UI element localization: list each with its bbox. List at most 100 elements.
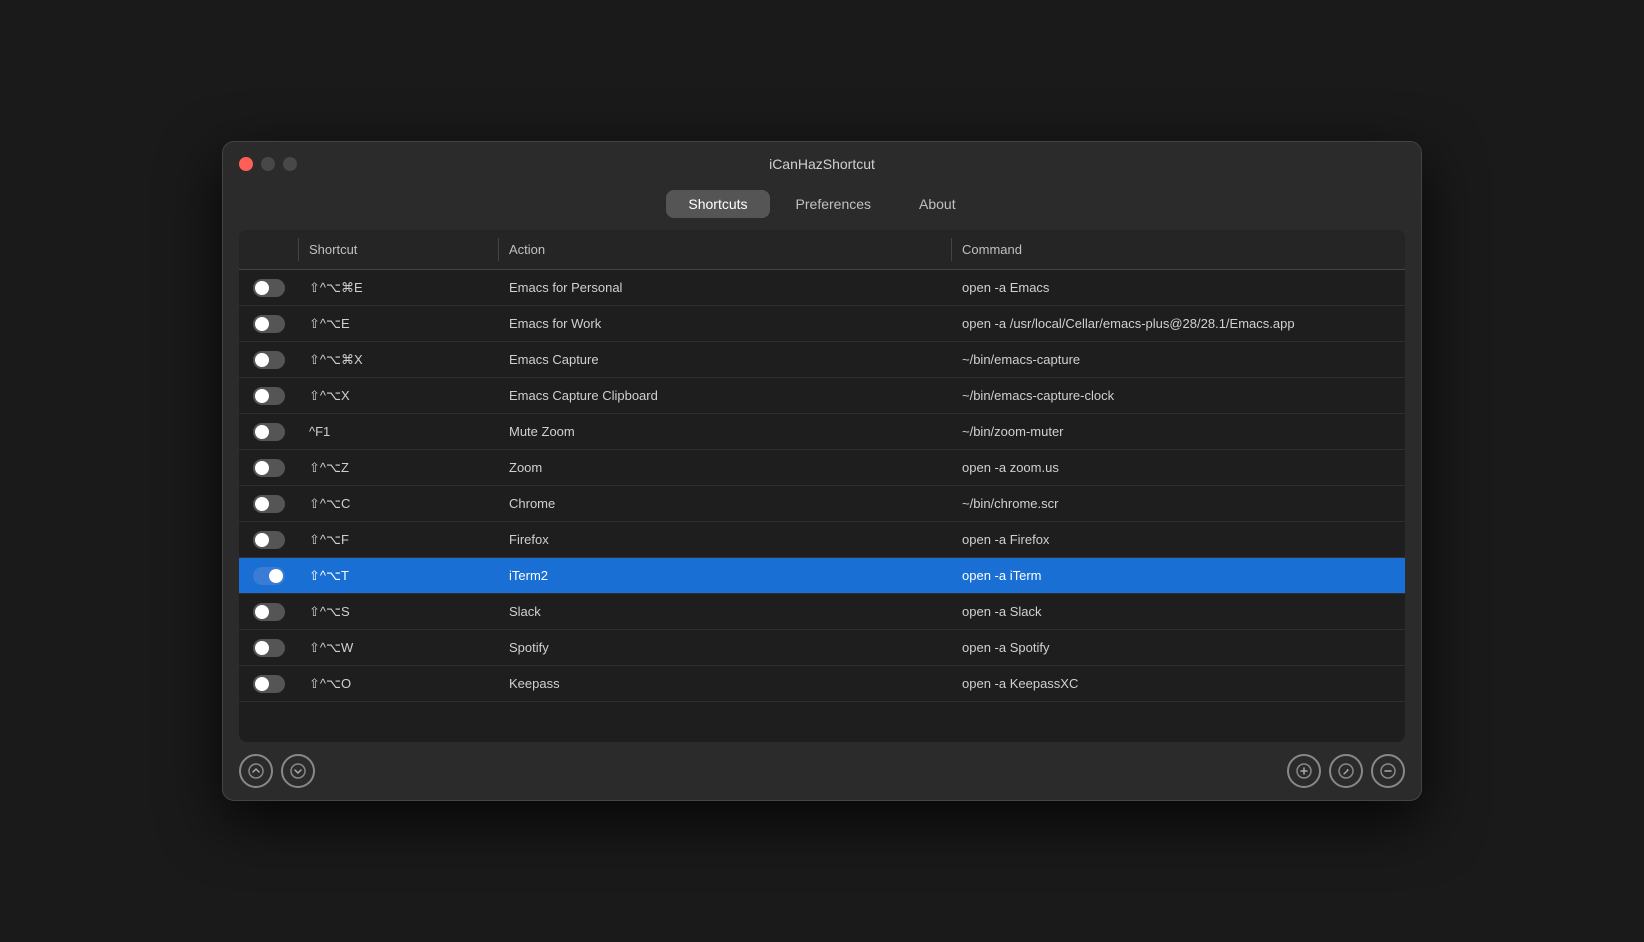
command-cell: open -a zoom.us <box>952 454 1405 481</box>
toggle-switch[interactable] <box>253 639 285 657</box>
bottom-toolbar <box>223 742 1421 800</box>
action-cell: Chrome <box>499 490 952 517</box>
shortcut-cell: ⇧^⌥E <box>299 310 499 338</box>
table-row[interactable]: ⇧^⌥FFirefoxopen -a Firefox <box>239 522 1405 558</box>
action-cell: Keepass <box>499 670 952 697</box>
table-row[interactable]: ⇧^⌥CChrome~/bin/chrome.scr <box>239 486 1405 522</box>
minimize-button[interactable] <box>261 157 275 171</box>
toggle-switch[interactable] <box>253 351 285 369</box>
command-cell: ~/bin/emacs-capture-clock <box>952 382 1405 409</box>
toggle-switch[interactable] <box>253 279 285 297</box>
toggle-cell <box>239 675 299 693</box>
table-row[interactable]: ⇧^⌥⌘EEmacs for Personalopen -a Emacs <box>239 270 1405 306</box>
table-row[interactable]: ⇧^⌥OKeepassopen -a KeepassXC <box>239 666 1405 702</box>
traffic-lights <box>239 157 297 171</box>
tab-about[interactable]: About <box>897 190 978 218</box>
toggle-knob <box>255 425 269 439</box>
toggle-cell <box>239 567 299 585</box>
action-cell: Emacs Capture Clipboard <box>499 382 952 409</box>
toggle-knob <box>255 533 269 547</box>
toggle-switch[interactable] <box>253 531 285 549</box>
table-row[interactable]: ⇧^⌥TiTerm2open -a iTerm <box>239 558 1405 594</box>
command-cell: ~/bin/zoom-muter <box>952 418 1405 445</box>
toggle-knob <box>269 569 283 583</box>
maximize-button[interactable] <box>283 157 297 171</box>
window-title: iCanHazShortcut <box>769 156 875 172</box>
table-row[interactable]: ⇧^⌥SSlackopen -a Slack <box>239 594 1405 630</box>
tab-shortcuts[interactable]: Shortcuts <box>666 190 769 218</box>
toggle-knob <box>255 353 269 367</box>
col-shortcut: Shortcut <box>299 238 499 261</box>
table-row[interactable]: ⇧^⌥WSpotifyopen -a Spotify <box>239 630 1405 666</box>
toggle-knob <box>255 605 269 619</box>
toggle-switch[interactable] <box>253 675 285 693</box>
toggle-knob <box>255 317 269 331</box>
table-row[interactable]: ^F1Mute Zoom~/bin/zoom-muter <box>239 414 1405 450</box>
up-arrow-icon <box>248 763 264 779</box>
action-cell: Zoom <box>499 454 952 481</box>
minus-icon <box>1380 763 1396 779</box>
toggle-cell <box>239 387 299 405</box>
tab-bar: Shortcuts Preferences About <box>223 186 1421 230</box>
shortcut-cell: ⇧^⌥T <box>299 562 499 590</box>
toggle-switch[interactable] <box>253 603 285 621</box>
table-row[interactable]: ⇧^⌥XEmacs Capture Clipboard~/bin/emacs-c… <box>239 378 1405 414</box>
toggle-cell <box>239 423 299 441</box>
col-action: Action <box>499 238 952 261</box>
table-body: ⇧^⌥⌘EEmacs for Personalopen -a Emacs⇧^⌥E… <box>239 270 1405 742</box>
toggle-switch[interactable] <box>253 459 285 477</box>
toggle-switch[interactable] <box>253 567 285 585</box>
command-cell: open -a Slack <box>952 598 1405 625</box>
toggle-cell <box>239 279 299 297</box>
tab-preferences[interactable]: Preferences <box>774 190 893 218</box>
shortcut-cell: ^F1 <box>299 418 499 445</box>
down-arrow-icon <box>290 763 306 779</box>
toggle-knob <box>255 281 269 295</box>
plus-icon <box>1296 763 1312 779</box>
remove-button[interactable] <box>1371 754 1405 788</box>
command-cell: open -a Emacs <box>952 274 1405 301</box>
toggle-knob <box>255 677 269 691</box>
toggle-knob <box>255 461 269 475</box>
table-row[interactable]: ⇧^⌥ZZoomopen -a zoom.us <box>239 450 1405 486</box>
command-cell: open -a Spotify <box>952 634 1405 661</box>
command-cell: ~/bin/chrome.scr <box>952 490 1405 517</box>
command-cell: ~/bin/emacs-capture <box>952 346 1405 373</box>
table-row[interactable]: ⇧^⌥⌘XEmacs Capture~/bin/emacs-capture <box>239 342 1405 378</box>
toggle-cell <box>239 495 299 513</box>
toggle-knob <box>255 389 269 403</box>
edit-icon <box>1338 763 1354 779</box>
action-cell: Slack <box>499 598 952 625</box>
toggle-switch[interactable] <box>253 387 285 405</box>
toggle-switch[interactable] <box>253 315 285 333</box>
close-button[interactable] <box>239 157 253 171</box>
table-header: Shortcut Action Command <box>239 230 1405 270</box>
main-window: iCanHazShortcut Shortcuts Preferences Ab… <box>222 141 1422 801</box>
toggle-cell <box>239 531 299 549</box>
action-cell: Emacs for Personal <box>499 274 952 301</box>
action-cell: Firefox <box>499 526 952 553</box>
toggle-switch[interactable] <box>253 495 285 513</box>
content-area: Shortcut Action Command ⇧^⌥⌘EEmacs for P… <box>239 230 1405 742</box>
command-cell: open -a /usr/local/Cellar/emacs-plus@28/… <box>952 310 1405 337</box>
shortcut-cell: ⇧^⌥Z <box>299 454 499 482</box>
add-button[interactable] <box>1287 754 1321 788</box>
toggle-cell <box>239 459 299 477</box>
move-down-button[interactable] <box>281 754 315 788</box>
shortcut-cell: ⇧^⌥⌘E <box>299 274 499 302</box>
shortcut-cell: ⇧^⌥F <box>299 526 499 554</box>
toolbar-right <box>1287 754 1405 788</box>
toggle-cell <box>239 315 299 333</box>
toggle-knob <box>255 641 269 655</box>
col-toggle <box>239 238 299 261</box>
table-row[interactable]: ⇧^⌥EEmacs for Workopen -a /usr/local/Cel… <box>239 306 1405 342</box>
toggle-cell <box>239 603 299 621</box>
action-cell: Spotify <box>499 634 952 661</box>
shortcut-cell: ⇧^⌥⌘X <box>299 346 499 374</box>
edit-button[interactable] <box>1329 754 1363 788</box>
titlebar: iCanHazShortcut <box>223 142 1421 186</box>
toggle-switch[interactable] <box>253 423 285 441</box>
command-cell: open -a Firefox <box>952 526 1405 553</box>
move-up-button[interactable] <box>239 754 273 788</box>
shortcut-cell: ⇧^⌥X <box>299 382 499 410</box>
